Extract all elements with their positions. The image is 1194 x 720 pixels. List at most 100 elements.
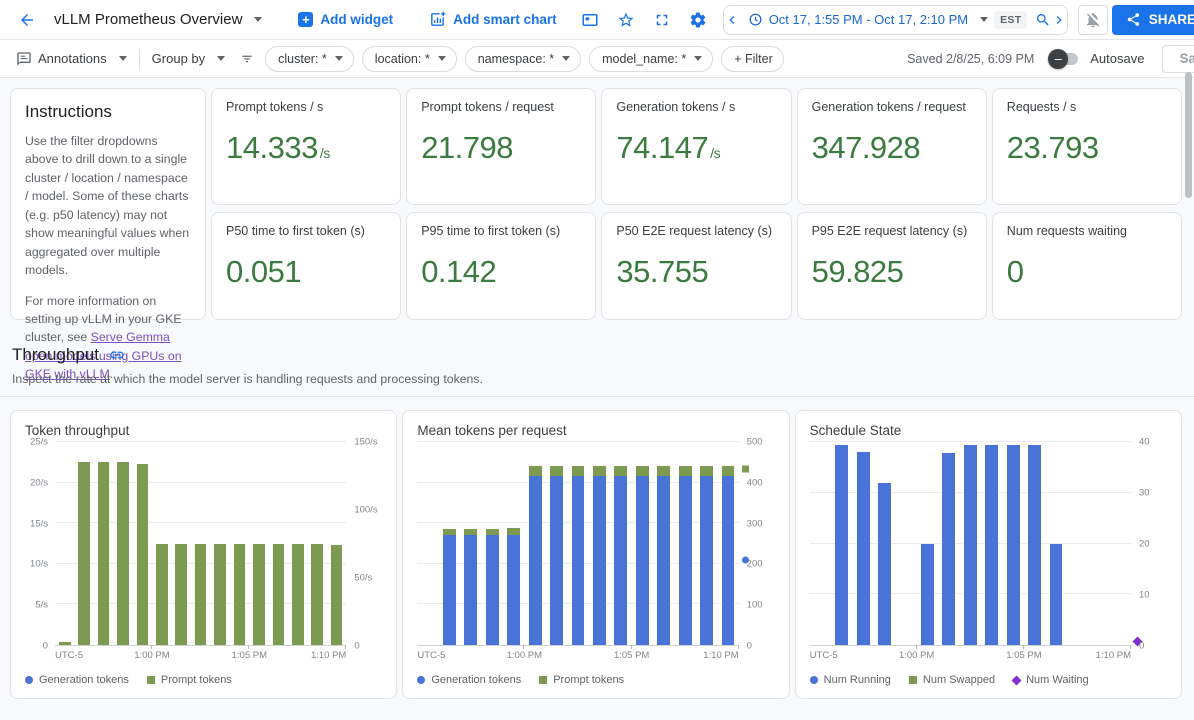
x-axis-labels: UTC-51:00 PM1:05 PM1:10 PM (417, 649, 774, 664)
back-button[interactable] (12, 5, 42, 35)
bar-segment-generation-tokens (572, 476, 585, 645)
time-range-control: Oct 17, 1:55 PM - Oct 17, 2:10 PM EST (723, 5, 1068, 35)
scorecard-value: 21.798 (421, 130, 581, 166)
y-axis-right: 0100200300400500 (739, 442, 775, 646)
group-by-button[interactable]: Group by (148, 47, 229, 70)
bar-segment-num-running (878, 483, 891, 645)
time-range-caret-icon (980, 17, 988, 22)
bar-segment-generation-tokens (550, 476, 563, 645)
bar-segment-generation-tokens (722, 476, 735, 645)
bar-segment-prompt-tokens (214, 544, 226, 646)
scorecard-p50-time-to-first-token-s[interactable]: P50 time to first token (s)0.051 (211, 212, 401, 320)
settings-button[interactable] (683, 5, 713, 35)
filter-chip-namespace[interactable]: namespace: * (465, 46, 581, 72)
share-button[interactable]: Share (1112, 5, 1194, 35)
annotations-caret-icon (119, 56, 127, 61)
bar-segment-generation-tokens (679, 476, 692, 645)
square-marker-icon (539, 676, 547, 684)
time-forward-button[interactable] (1051, 6, 1067, 34)
slideshow-button[interactable] (575, 5, 605, 35)
diamond-marker-icon (1012, 675, 1022, 685)
legend-item-generation-tokens[interactable]: Generation tokens (25, 674, 129, 686)
time-zoom-button[interactable] (1035, 6, 1051, 34)
add-chart-icon (429, 11, 446, 28)
scorecard-value: 347.928 (812, 130, 972, 166)
filter-chip-location[interactable]: location: * (362, 46, 457, 72)
time-range-selector[interactable]: Oct 17, 1:55 PM - Oct 17, 2:10 PM EST (740, 6, 1036, 34)
scorecard-p95-e2e-request-latency-s[interactable]: P95 E2E request latency (s)59.825 (797, 212, 987, 320)
bar-segment-prompt-tokens (679, 466, 692, 475)
section-title: Throughput (12, 345, 99, 365)
filter-chip-model_name[interactable]: model_name: * (589, 46, 713, 72)
chart-plot-mean-tokens-per-request[interactable] (417, 442, 738, 646)
scorecard-value: 0.142 (421, 254, 581, 290)
bar-segment-num-running (964, 445, 977, 645)
chart-plot-token-throughput[interactable] (55, 442, 346, 646)
add-smart-chart-button[interactable]: Add smart chart (419, 5, 567, 34)
bar-segment-prompt-tokens (59, 642, 71, 645)
title-dropdown-caret-icon[interactable] (254, 17, 262, 22)
add-widget-button[interactable]: + Add widget (288, 6, 403, 33)
bar-segment-num-running (942, 453, 955, 645)
bar-segment-num-running (1050, 544, 1063, 646)
chart-legend: Generation tokens Prompt tokens (417, 672, 774, 688)
chart-legend: Num Running Num Swapped Num Waiting (810, 672, 1167, 688)
page-title: vLLM Prometheus Overview (54, 11, 242, 28)
add-filter-chip[interactable]: + Filter (721, 46, 784, 72)
header-actions (575, 5, 713, 35)
star-button[interactable] (611, 5, 641, 35)
filter-chip-caret-icon (562, 56, 570, 61)
time-back-button[interactable] (724, 6, 740, 34)
star-icon (617, 11, 635, 29)
autosave-toggle[interactable]: – (1052, 53, 1078, 65)
scorecard-p50-e2e-request-latency-s[interactable]: P50 E2E request latency (s) 35.755 (601, 212, 791, 320)
scorecard-requests-s[interactable]: Requests / s23.793 (992, 88, 1182, 205)
scorecard-prompt-tokens-request[interactable]: Prompt tokens / request 21.798 (406, 88, 596, 205)
timezone-badge[interactable]: EST (994, 11, 1027, 29)
scorecard-label: Prompt tokens / request (421, 100, 581, 114)
legend-item-generation-tokens[interactable]: Generation tokens (417, 674, 521, 686)
filter-list-icon (239, 51, 255, 67)
scorecard-p95-time-to-first-token-s[interactable]: P95 time to first token (s)0.142 (406, 212, 596, 320)
legend-item-prompt-tokens[interactable]: Prompt tokens (147, 674, 232, 686)
notifications-mute-button[interactable] (1078, 5, 1108, 35)
page-scrollbar[interactable] (1185, 72, 1192, 198)
scorecard-generation-tokens-s[interactable]: Generation tokens / s74.147/s (601, 88, 791, 205)
legend-item-num-running[interactable]: Num Running (810, 674, 891, 686)
chart-plot-schedule-state[interactable] (810, 442, 1131, 646)
dashboard-body: Instructions Use the filter dropdowns ab… (0, 78, 1194, 720)
bar-segment-prompt-tokens (593, 466, 606, 475)
instructions-link-paragraph: For more information on setting up vLLM … (25, 292, 191, 384)
settings-gear-icon (689, 11, 707, 29)
scorecard-label: Requests / s (1007, 100, 1167, 114)
filter-list-button[interactable] (237, 47, 257, 71)
chart-title: Mean tokens per request (417, 423, 774, 438)
square-marker-icon (909, 676, 917, 684)
save-button[interactable]: Save (1162, 45, 1194, 73)
scorecard-label: P50 E2E request latency (s) (616, 224, 776, 238)
legend-item-num-swapped[interactable]: Num Swapped (909, 674, 995, 686)
toggle-thumb-icon: – (1048, 49, 1068, 69)
y-axis-right: 050/s100/s150/s (346, 442, 382, 646)
chart-legend: Generation tokens Prompt tokens (25, 672, 382, 688)
filter-chip-cluster[interactable]: cluster: * (265, 46, 354, 72)
bar-segment-prompt-tokens (137, 464, 149, 645)
scorecard-value: 35.755 (616, 254, 776, 290)
bar-segment-generation-tokens (593, 476, 606, 645)
legend-item-prompt-tokens[interactable]: Prompt tokens (539, 674, 624, 686)
plus-icon: + (298, 12, 313, 27)
bar-segment-generation-tokens (507, 535, 520, 645)
scorecards-grid: Instructions Use the filter dropdowns ab… (10, 88, 1182, 320)
bar-segment-num-running (1007, 445, 1020, 645)
scorecard-prompt-tokens-s[interactable]: Prompt tokens / s14.333/s (211, 88, 401, 205)
scorecard-generation-tokens-request[interactable]: Generation tokens / request347.928 (797, 88, 987, 205)
chart-title: Token throughput (25, 423, 382, 438)
section-link-icon[interactable] (109, 347, 125, 363)
filter-toolbar: Annotations Group by cluster: * location:… (0, 40, 1194, 78)
bar-segment-prompt-tokens (98, 462, 110, 645)
scorecard-label: P50 time to first token (s) (226, 224, 386, 238)
legend-item-num-waiting[interactable]: Num Waiting (1013, 674, 1089, 686)
fullscreen-button[interactable] (647, 5, 677, 35)
annotations-button[interactable]: Annotations (12, 47, 131, 71)
scorecard-num-requests-waiting[interactable]: Num requests waiting0 (992, 212, 1182, 320)
